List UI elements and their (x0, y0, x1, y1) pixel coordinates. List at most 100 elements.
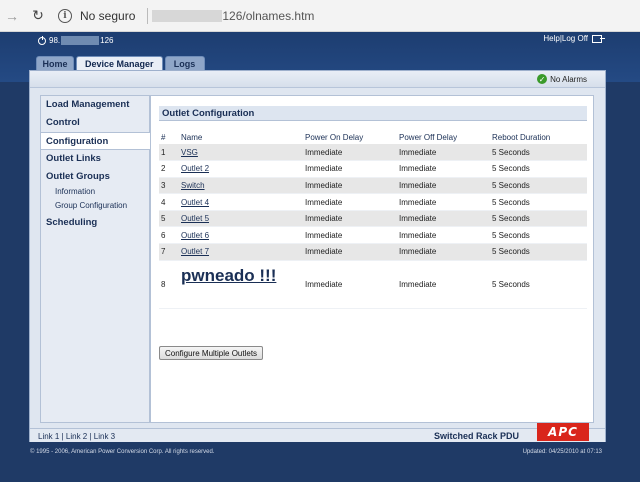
sidebar-item-outlet-links[interactable]: Outlet Links (41, 150, 149, 168)
table-header-row: # Name Power On Delay Power Off Delay Re… (159, 131, 587, 144)
table-row: 6 Outlet 6 Immediate Immediate 5 Seconds (159, 226, 587, 245)
logoff-icon[interactable] (592, 34, 605, 43)
sidebar-subitem-information[interactable]: Information (41, 186, 149, 200)
outlet-name-link[interactable]: pwneado !!! (181, 266, 276, 285)
power-off-delay: Immediate (397, 193, 490, 211)
alarm-status[interactable]: ✓ No Alarms (537, 74, 587, 84)
tab-home[interactable]: Home (36, 56, 74, 70)
power-off-delay: Immediate (397, 260, 490, 309)
column-header-power-on-delay: Power On Delay (305, 133, 364, 142)
power-on-delay: Immediate (303, 226, 397, 245)
column-header-reboot-duration: Reboot Duration (492, 133, 551, 142)
outlet-table: # Name Power On Delay Power Off Delay Re… (159, 131, 587, 309)
sidebar-item-scheduling[interactable]: Scheduling (41, 214, 149, 232)
tab-device-manager[interactable]: Device Manager (76, 56, 163, 70)
footer-strip: Link 1 | Link 2 | Link 3 Switched Rack P… (30, 423, 605, 442)
power-on-delay: Immediate (303, 177, 397, 195)
reboot-duration: 5 Seconds (490, 193, 587, 211)
ip-prefix: 98. (49, 36, 61, 45)
info-icon[interactable]: i (58, 8, 72, 23)
power-off-delay: Immediate (397, 177, 490, 195)
main-frame: ✓ No Alarms Load Management Control Conf… (29, 70, 606, 442)
reload-icon[interactable]: ↻ (28, 6, 48, 26)
ip-suffix: 126 (100, 36, 114, 45)
power-on-delay: Immediate (303, 260, 397, 309)
power-off-delay: Immediate (397, 160, 490, 178)
section-title: Outlet Configuration (159, 106, 587, 121)
sidebar-subitem-group-configuration[interactable]: Group Configuration (41, 200, 149, 214)
sidebar-item-configuration[interactable]: Configuration (41, 132, 150, 150)
table-row: 2 Outlet 2 Immediate Immediate 5 Seconds (159, 160, 587, 178)
power-on-delay: Immediate (303, 193, 397, 211)
content-panel: Outlet Configuration # Name Power On Del… (150, 95, 594, 423)
outlet-number: 4 (159, 193, 179, 211)
alarms-label: No Alarms (550, 74, 587, 84)
column-header-name: Name (181, 133, 203, 142)
outlet-name-link[interactable]: VSG (181, 148, 198, 157)
url-path[interactable]: 126/olnames.htm (222, 9, 314, 23)
apc-logo[interactable]: APC (537, 423, 589, 441)
power-off-delay: Immediate (397, 226, 490, 245)
outlet-name-link[interactable]: Outlet 4 (181, 198, 209, 207)
outlet-name-link[interactable]: Outlet 5 (181, 214, 209, 223)
outlet-name-link[interactable]: Switch (181, 181, 205, 190)
outlet-number: 8 (159, 260, 179, 309)
footer-link-1[interactable]: Link 1 (38, 432, 59, 441)
reboot-duration: 5 Seconds (490, 260, 587, 309)
outlet-name-link[interactable]: Outlet 7 (181, 247, 209, 256)
column-header-power-off-delay: Power Off Delay (399, 133, 458, 142)
power-on-delay: Immediate (303, 144, 397, 162)
power-off-delay: Immediate (397, 144, 490, 162)
product-name: Switched Rack PDU (433, 431, 519, 441)
power-icon (38, 35, 46, 45)
updated-timestamp: Updated: 04/25/2010 at 07:13 (522, 449, 602, 455)
copyright-text: © 1995 - 2006, American Power Conversion… (30, 449, 215, 455)
power-on-delay: Immediate (303, 210, 397, 228)
table-row: 7 Outlet 7 Immediate Immediate 5 Seconds (159, 243, 587, 261)
url-redacted-block (152, 9, 223, 22)
outlet-number: 1 (159, 144, 179, 162)
security-label[interactable]: No seguro (80, 9, 135, 23)
table-row: 4 Outlet 4 Immediate Immediate 5 Seconds (159, 193, 587, 211)
power-on-delay: Immediate (303, 160, 397, 178)
power-off-delay: Immediate (397, 210, 490, 228)
outlet-number: 5 (159, 210, 179, 228)
reboot-duration: 5 Seconds (490, 144, 587, 162)
ip-redacted-block (61, 36, 100, 45)
outlet-name-link[interactable]: Outlet 6 (181, 231, 209, 240)
power-on-delay: Immediate (303, 243, 397, 261)
outlet-name-link[interactable]: Outlet 2 (181, 164, 209, 173)
tab-logs[interactable]: Logs (164, 56, 205, 70)
table-row: 3 Switch Immediate Immediate 5 Seconds (159, 177, 587, 195)
column-header-number: # (161, 133, 166, 142)
configure-multiple-outlets-button[interactable]: Configure Multiple Outlets (159, 346, 264, 360)
footer-links: Link 1 | Link 2 | Link 3 (38, 432, 115, 441)
power-off-delay: Immediate (397, 243, 490, 261)
help-link[interactable]: Help (543, 34, 559, 43)
sidebar-item-control[interactable]: Control (41, 114, 149, 132)
footer-link-3[interactable]: Link 3 (94, 432, 115, 441)
outlet-number: 3 (159, 177, 179, 195)
table-row: 1 VSG Immediate Immediate 5 Seconds (159, 144, 587, 162)
outlet-number: 6 (159, 226, 179, 245)
back-arrow-icon[interactable]: → (2, 6, 22, 26)
footer-link-2[interactable]: Link 2 (66, 432, 87, 441)
reboot-duration: 5 Seconds (490, 210, 587, 228)
main-tabs: Home Device Manager Logs (36, 56, 207, 70)
logoff-link[interactable]: Log Off (562, 34, 588, 43)
url-separator (147, 7, 149, 24)
ok-check-icon: ✓ (537, 74, 548, 84)
outlet-number: 7 (159, 243, 179, 261)
sidebar-item-load-management[interactable]: Load Management (41, 96, 149, 114)
reboot-duration: 5 Seconds (490, 243, 587, 261)
reboot-duration: 5 Seconds (490, 226, 587, 245)
table-row: 5 Outlet 5 Immediate Immediate 5 Seconds (159, 210, 587, 228)
status-strip: ✓ No Alarms (30, 71, 605, 88)
reboot-duration: 5 Seconds (490, 177, 587, 195)
outlet-number: 2 (159, 160, 179, 178)
top-links: Help | Log Off (543, 34, 605, 43)
sidebar-item-outlet-groups[interactable]: Outlet Groups (41, 168, 149, 186)
device-ip: 98. 126 (38, 35, 114, 45)
reboot-duration: 5 Seconds (490, 160, 587, 178)
sidebar: Load Management Control Configuration Ou… (40, 95, 150, 423)
